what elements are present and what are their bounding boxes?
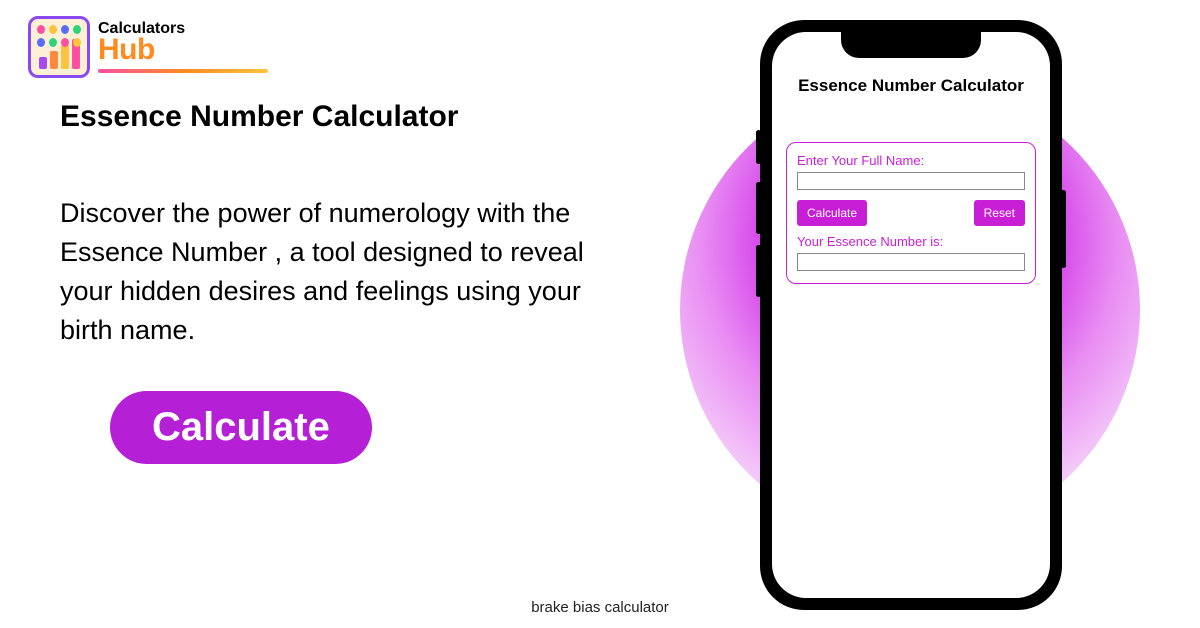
phone-side-button xyxy=(756,130,761,164)
phone-screen: Essence Number Calculator Enter Your Ful… xyxy=(772,32,1050,598)
logo-line2: Hub xyxy=(98,35,268,65)
logo-text: Calculators Hub xyxy=(98,21,268,73)
logo-underline xyxy=(98,69,268,73)
phone-side-button xyxy=(756,182,761,234)
phone-notch xyxy=(841,32,981,58)
phone-mockup: Essence Number Calculator Enter Your Ful… xyxy=(760,20,1062,610)
name-label: Enter Your Full Name: xyxy=(797,153,1025,168)
phone-side-button xyxy=(756,245,761,297)
result-label: Your Essence Number is: xyxy=(797,234,1025,249)
mini-calculate-button[interactable]: Calculate xyxy=(797,200,867,226)
content-block: Essence Number Calculator Discover the p… xyxy=(60,100,620,464)
phone-side-button xyxy=(1061,190,1066,268)
hero-illustration: Essence Number Calculator Enter Your Ful… xyxy=(660,20,1160,600)
mini-reset-button[interactable]: Reset xyxy=(974,200,1025,226)
app-title: Essence Number Calculator xyxy=(772,76,1050,96)
logo-icon xyxy=(28,16,90,78)
logo: Calculators Hub xyxy=(28,16,268,78)
name-input[interactable] xyxy=(797,172,1025,190)
page-description: Discover the power of numerology with th… xyxy=(60,194,620,351)
calculator-card: Enter Your Full Name: Calculate Reset Yo… xyxy=(786,142,1036,284)
calculate-button[interactable]: Calculate xyxy=(110,391,372,464)
page-title: Essence Number Calculator xyxy=(60,100,620,134)
result-output xyxy=(797,253,1025,271)
